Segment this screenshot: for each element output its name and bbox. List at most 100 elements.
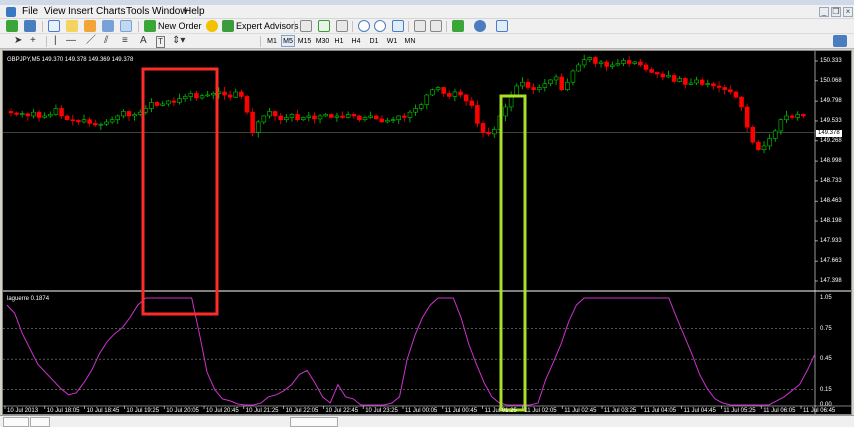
timeframe-m30[interactable]: M30 [314, 35, 331, 47]
equidistant-channel-icon[interactable]: ⫽ [104, 34, 108, 48]
candle [222, 91, 227, 96]
new-chart-icon[interactable] [6, 20, 18, 32]
strategy-tester-icon[interactable] [120, 20, 132, 32]
toolbar-separator [42, 21, 43, 32]
candle [744, 106, 750, 128]
indicators-icon[interactable] [452, 20, 464, 32]
trendline-icon[interactable]: ／ [86, 34, 96, 48]
minimize-icon[interactable]: _ [819, 7, 829, 17]
chart-shift-icon[interactable] [430, 20, 442, 32]
profiles-icon[interactable] [24, 20, 36, 32]
symbol-header: GBPJPY,M5 149.370 149.378 149.369 149.37… [7, 57, 134, 63]
terminal-icon[interactable] [102, 20, 114, 32]
timeframe-w1[interactable]: W1 [385, 35, 399, 47]
data-window-icon[interactable] [84, 20, 96, 32]
candlestick-icon[interactable] [318, 20, 330, 32]
candle [688, 82, 694, 85]
menu-view[interactable]: View [44, 6, 66, 18]
expert-advisors-icon[interactable] [222, 20, 234, 32]
templates-icon[interactable] [496, 20, 508, 32]
candle [255, 121, 261, 133]
menu-file[interactable]: File [22, 6, 38, 18]
close-icon[interactable]: × [843, 7, 853, 17]
time-axis-label: 10 Jul 21:25 [245, 408, 279, 414]
highlight-box-red [141, 67, 219, 316]
candle [565, 81, 570, 91]
candle [284, 117, 289, 120]
restore-icon[interactable]: ❐ [831, 7, 841, 17]
account-icon[interactable] [833, 35, 847, 47]
candle [126, 111, 132, 117]
menu-charts[interactable]: Charts [96, 6, 125, 18]
menu-insert[interactable]: Insert [68, 6, 93, 18]
zoom-out-icon[interactable] [374, 20, 386, 32]
menu-tools[interactable]: Tools [126, 6, 149, 18]
candle [340, 115, 345, 118]
indicator-axis-label: 0.75 [820, 325, 832, 332]
cursor-icon[interactable]: ➤ [14, 34, 22, 48]
crosshair-icon[interactable]: + [30, 34, 36, 48]
candlestick-series [8, 54, 806, 154]
candle [42, 115, 47, 118]
new-order-icon[interactable] [144, 20, 156, 32]
menu-window[interactable]: Window [152, 6, 188, 18]
zoom-in-icon[interactable] [358, 20, 370, 32]
arrows-dropdown-icon[interactable]: ⇕▾ [172, 34, 185, 48]
bar-chart-icon[interactable] [300, 20, 312, 32]
chart-tab[interactable] [290, 417, 338, 427]
timeframe-mn[interactable]: MN [402, 35, 418, 47]
timeframe-m1[interactable]: M1 [264, 35, 280, 47]
candle [160, 103, 165, 106]
vertical-line-icon[interactable]: | [54, 34, 57, 48]
timeframe-h4[interactable]: H4 [349, 35, 363, 47]
price-axis-label: 148.198 [820, 218, 842, 225]
autoscroll-icon[interactable] [414, 20, 426, 32]
candle [666, 75, 671, 78]
text-tool-icon[interactable]: A [140, 34, 147, 48]
highlight-box-green [499, 94, 527, 412]
menu-help[interactable]: Help [184, 6, 205, 18]
price-axis-label: 150.068 [820, 77, 842, 84]
price-axis-label: 148.463 [820, 198, 842, 205]
timeframe-h1[interactable]: H1 [332, 35, 346, 47]
candle [733, 91, 739, 98]
candle [463, 94, 469, 102]
market-watch-icon[interactable] [48, 20, 60, 32]
candle [407, 111, 413, 118]
timeframe-d1[interactable]: D1 [367, 35, 381, 47]
candle [784, 115, 789, 120]
candle [373, 115, 379, 120]
candle [638, 61, 643, 66]
candle [171, 100, 177, 103]
chart-window[interactable]: GBPJPY,M5 149.370 149.378 149.369 149.37… [2, 50, 852, 415]
navigator-icon[interactable] [66, 20, 78, 32]
horizontal-line-icon[interactable]: — [66, 34, 76, 48]
candle [722, 87, 727, 91]
candle [767, 138, 772, 147]
fibonacci-icon[interactable]: ≡ [122, 34, 128, 48]
candle [587, 57, 593, 61]
timeframe-m5[interactable]: M5 [281, 35, 295, 47]
chart-tab[interactable] [3, 417, 29, 427]
candle [536, 87, 542, 91]
chart-tab[interactable] [30, 417, 50, 427]
periods-icon[interactable] [474, 20, 486, 32]
candle [194, 93, 199, 99]
timeframe-m15[interactable]: M15 [296, 35, 313, 47]
standard-toolbar: New Order Expert Advisors [0, 19, 854, 34]
line-chart-icon[interactable] [336, 20, 348, 32]
new-order-button[interactable]: New Order [158, 20, 202, 32]
candle [801, 114, 806, 117]
candle [132, 114, 137, 117]
metaeditor-icon[interactable] [206, 20, 218, 32]
candle [503, 106, 508, 117]
text-label-icon[interactable]: T [156, 36, 165, 48]
candle [441, 87, 446, 94]
tile-windows-icon[interactable] [392, 20, 404, 32]
candle [553, 76, 559, 81]
candle [385, 120, 390, 123]
chart-canvas[interactable] [3, 51, 852, 415]
time-axis-label: 11 Jul 02:05 [524, 408, 557, 414]
expert-advisors-button[interactable]: Expert Advisors [236, 20, 299, 32]
candle [166, 100, 171, 105]
